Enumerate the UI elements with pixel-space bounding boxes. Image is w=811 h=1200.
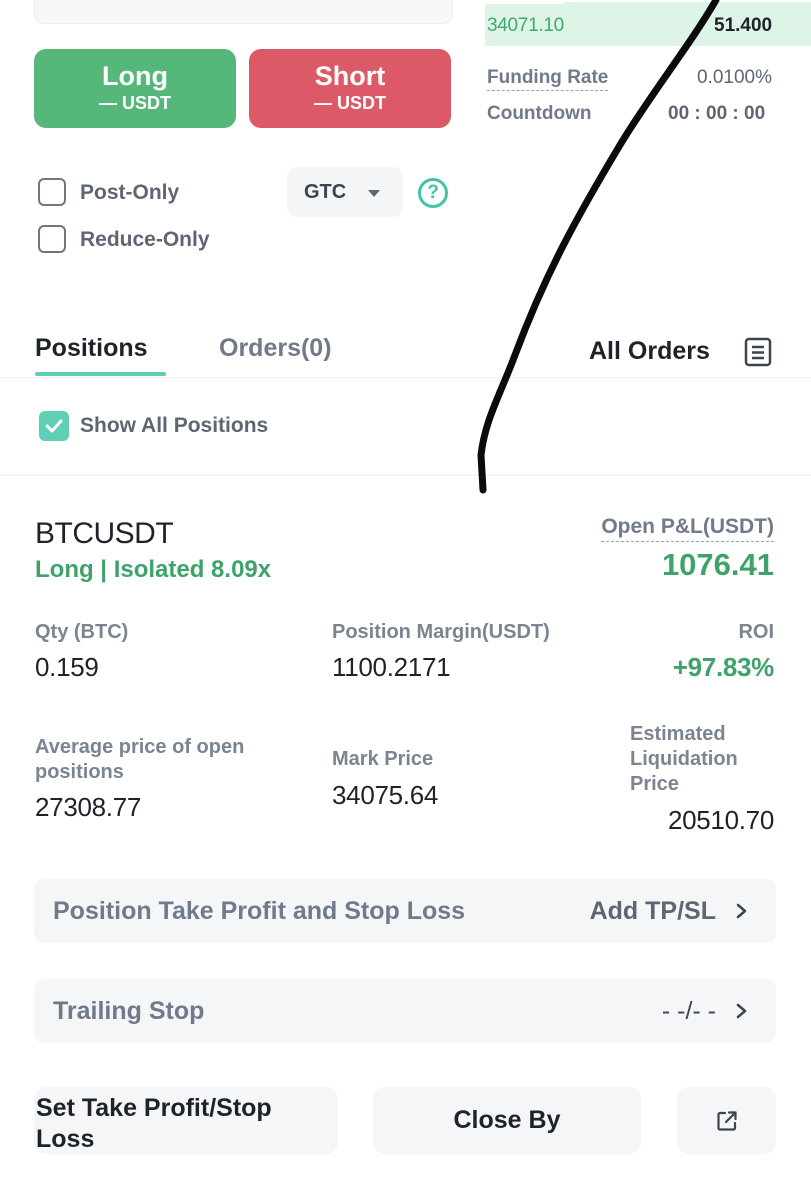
order-book-separator (485, 0, 563, 4)
document-list-icon[interactable] (744, 337, 772, 367)
caret-down-icon (368, 190, 380, 197)
short-button[interactable]: Short — USDT (249, 49, 451, 128)
trailing-stop-label: Trailing Stop (53, 997, 205, 1025)
checkmark-icon (45, 419, 63, 433)
short-button-label: Short (314, 61, 386, 91)
qty-label: Qty (BTC) (35, 621, 129, 643)
countdown-value: 00 : 00 : 00 (668, 103, 766, 124)
average-price-value: 27308.77 (35, 792, 142, 822)
open-pnl-value: 1076.41 (661, 547, 774, 582)
position-symbol[interactable]: BTCUSDT (35, 517, 174, 551)
trailing-stop-row[interactable]: Trailing Stop - -/- - (34, 979, 776, 1043)
add-tpsl-link[interactable]: Add TP/SL (590, 897, 716, 926)
all-orders-link[interactable]: All Orders (589, 337, 710, 366)
tab-active-indicator (35, 372, 166, 376)
position-description: Long | Isolated 8.09x (35, 556, 272, 583)
position-margin-label: Position Margin(USDT) (332, 621, 550, 643)
long-button-amount: — USDT (99, 93, 171, 113)
share-button[interactable] (677, 1087, 776, 1154)
tabs-divider (0, 377, 811, 378)
reduce-only-checkbox[interactable] (38, 225, 66, 253)
post-only-label[interactable]: Post-Only (80, 181, 179, 205)
order-input-field[interactable] (34, 0, 453, 24)
close-by-button[interactable]: Close By (373, 1087, 641, 1154)
position-margin-value: 1100.2171 (332, 652, 451, 682)
long-button-label: Long (102, 61, 168, 91)
section-divider (0, 474, 811, 476)
set-tpsl-button-label: Set Take Profit/Stop Loss (36, 1094, 272, 1153)
show-all-positions-label[interactable]: Show All Positions (80, 414, 268, 438)
short-button-amount: — USDT (314, 93, 386, 113)
mark-price-value: 34075.64 (332, 780, 439, 810)
show-all-positions-checkbox[interactable] (39, 411, 69, 441)
help-icon[interactable]: ? (418, 178, 448, 208)
time-in-force-value: GTC (304, 181, 347, 203)
order-book-price: 34071.10 (487, 15, 564, 36)
liquidation-price-label: Estimated Liquidation Price (630, 723, 738, 795)
tab-positions[interactable]: Positions (35, 334, 148, 363)
set-tpsl-button[interactable]: Set Take Profit/Stop Loss (34, 1087, 338, 1154)
roi-value: +97.83% (672, 652, 775, 682)
post-only-checkbox[interactable] (38, 178, 66, 206)
external-link-icon (717, 1111, 737, 1131)
time-in-force-select[interactable]: GTC (287, 167, 403, 217)
close-by-button-label: Close By (453, 1106, 561, 1134)
open-pnl-label[interactable]: Open P&L(USDT) (601, 515, 774, 542)
long-button[interactable]: Long — USDT (34, 49, 236, 128)
chevron-right-icon (736, 903, 747, 919)
chevron-right-icon (736, 1003, 747, 1019)
mark-price-label: Mark Price (332, 748, 434, 770)
roi-label: ROI (738, 621, 774, 643)
liquidation-price-value: 20510.70 (667, 805, 774, 835)
order-book-quantity: 51.400 (714, 15, 773, 36)
average-price-label: Average price of open positions (35, 736, 245, 783)
trailing-stop-value: - -/- - (661, 997, 716, 1025)
qty-value: 0.159 (35, 652, 99, 682)
funding-rate-label[interactable]: Funding Rate (487, 67, 609, 91)
position-tpsl-label: Position Take Profit and Stop Loss (53, 897, 466, 925)
tab-orders[interactable]: Orders(0) (219, 334, 332, 363)
reduce-only-label[interactable]: Reduce-Only (80, 228, 210, 252)
funding-rate-value: 0.0100% (697, 67, 773, 88)
position-tpsl-row[interactable]: Position Take Profit and Stop Loss Add T… (34, 879, 776, 943)
countdown-label: Countdown (487, 103, 592, 124)
